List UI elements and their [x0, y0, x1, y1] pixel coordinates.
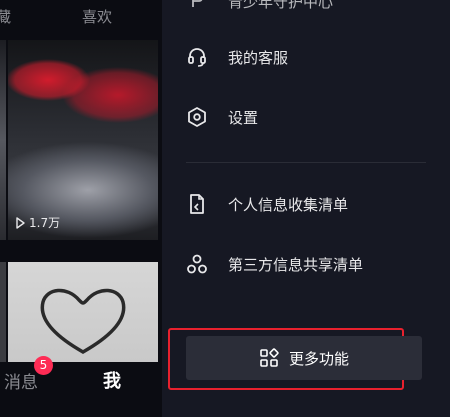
view-count-text: 1.7万 — [29, 216, 61, 230]
messages-badge: 5 — [34, 356, 53, 375]
menu-item-label: 设置 — [228, 108, 259, 127]
document-list-icon — [186, 193, 208, 215]
bottom-navigation: 消息 5 我 — [0, 356, 162, 417]
play-icon — [16, 216, 25, 229]
headset-icon — [186, 46, 208, 68]
video-thumbnail[interactable] — [8, 40, 158, 240]
more-features-label: 更多功能 — [288, 349, 349, 368]
nav-messages[interactable]: 消息 — [4, 368, 38, 393]
settings-hexagon-icon — [186, 106, 208, 128]
menu-item-label: 青少年守护中心 — [228, 0, 334, 11]
menu-item-personal-info-list[interactable]: 个人信息收集清单 — [186, 193, 348, 215]
heart-drawing — [40, 288, 126, 355]
menu-divider — [186, 162, 426, 163]
menu-item-label: 个人信息收集清单 — [228, 195, 349, 214]
menu-item-settings[interactable]: 设置 — [186, 106, 258, 128]
menu-item-label: 我的客服 — [228, 48, 289, 67]
tab-likes[interactable]: 喜欢 — [82, 6, 112, 27]
menu-item-youth-guard[interactable]: 青少年守护中心 — [186, 0, 333, 12]
menu-item-customer-service[interactable]: 我的客服 — [186, 46, 288, 68]
menu-item-third-party-sharing[interactable]: 第三方信息共享清单 — [186, 253, 363, 275]
video-thumbnail-2[interactable] — [8, 262, 158, 362]
video-thumbnail-partial-2[interactable] — [0, 262, 6, 362]
more-features-button[interactable]: 更多功能 — [186, 336, 422, 380]
grid-apps-icon — [259, 348, 279, 368]
side-drawer: 青少年守护中心 我的客服 设置 个人信息收集清单 第三方信息共享清单 更多功能 — [162, 0, 450, 417]
youth-guard-icon — [186, 0, 208, 12]
video-thumbnail-partial[interactable] — [0, 40, 6, 240]
menu-item-label: 第三方信息共享清单 — [228, 255, 364, 274]
tab-favorites[interactable]: 藏 — [0, 6, 11, 27]
nav-me[interactable]: 我 — [103, 367, 121, 393]
share-nodes-icon — [186, 253, 208, 275]
video-view-count: 1.7万 — [16, 214, 60, 231]
profile-tabs: 藏 喜欢 — [0, 6, 162, 28]
profile-background: 藏 喜欢 1.7万 消息 5 我 — [0, 0, 162, 417]
